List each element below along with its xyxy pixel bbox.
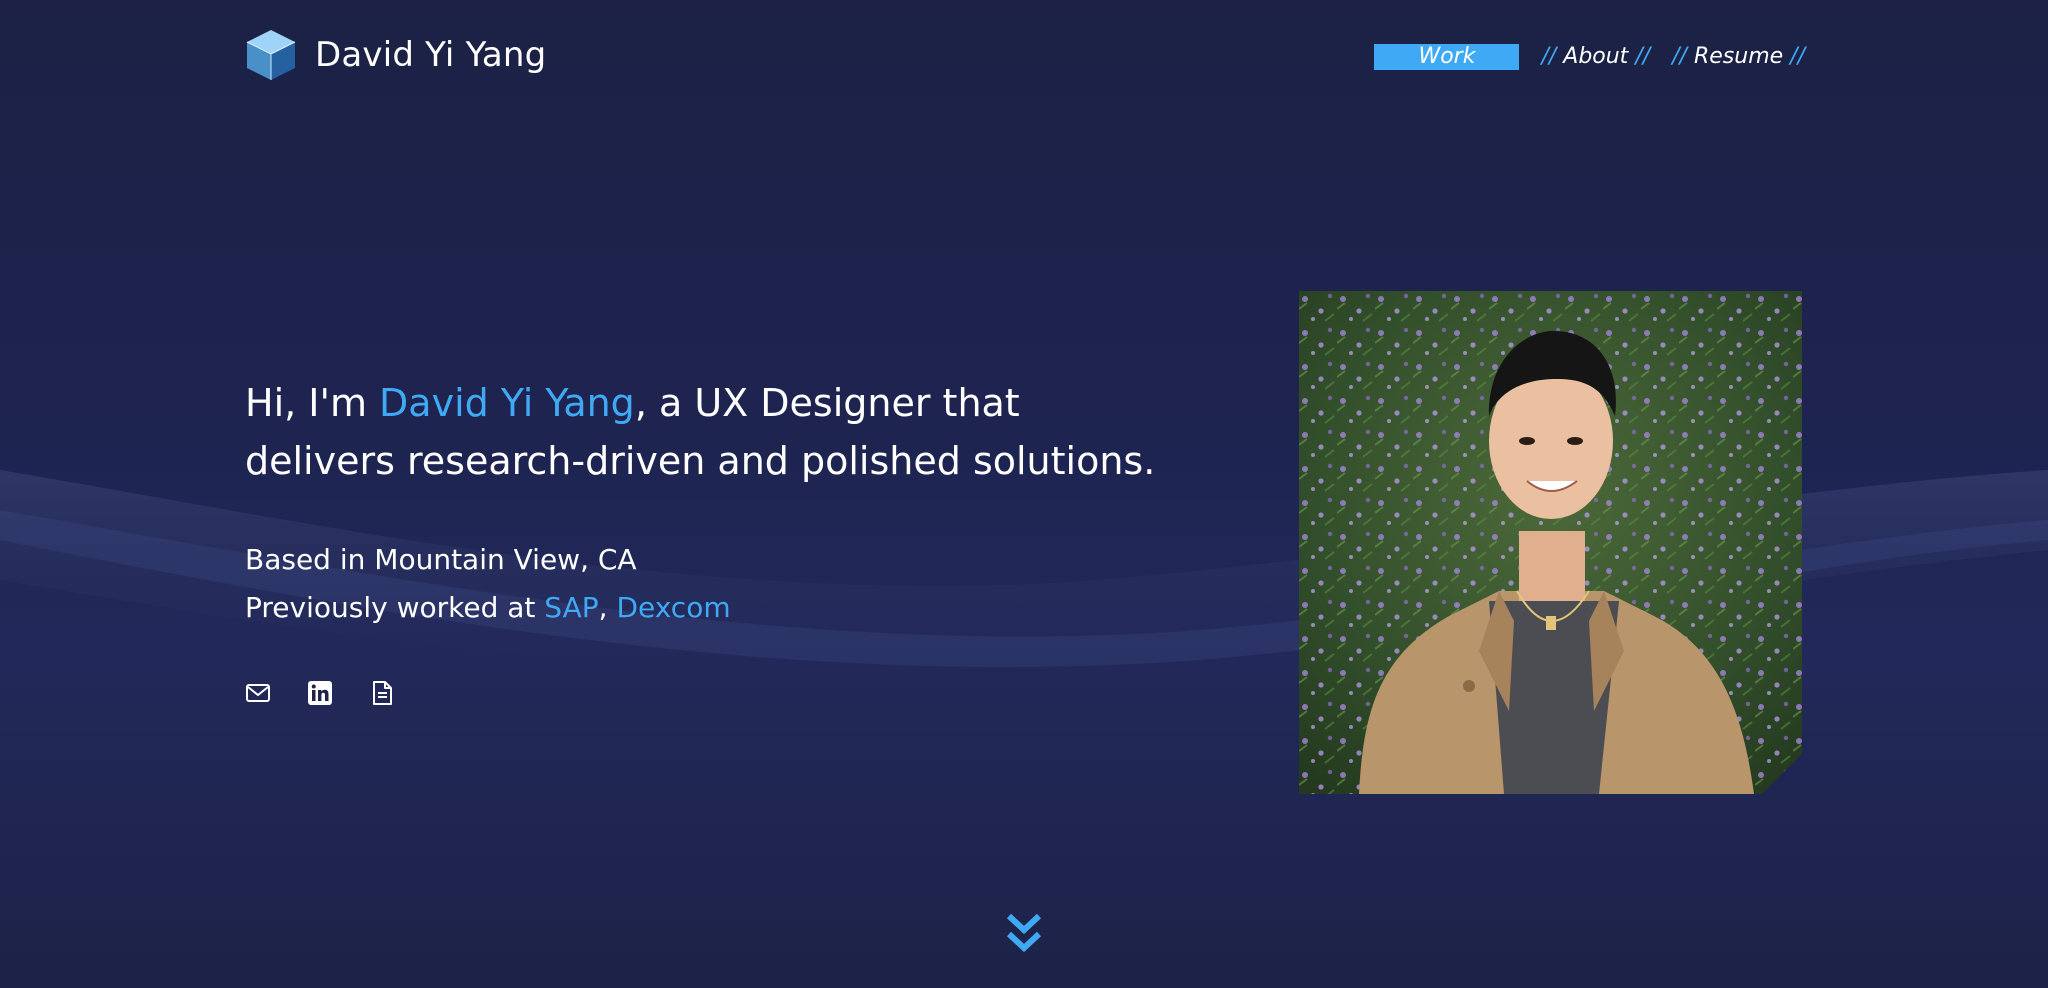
hero-name: David Yi Yang (379, 381, 635, 425)
brand-home-link[interactable]: David Yi Yang (245, 28, 546, 82)
nav-slash: // (1790, 44, 1805, 69)
nav-item-resume[interactable]: // Resume // (1672, 44, 1805, 70)
nav-slash: // (1635, 44, 1651, 69)
company-separator: , (598, 591, 617, 624)
linkedin-link[interactable] (307, 680, 333, 706)
location-text: Based in Mountain View, CA (245, 543, 637, 576)
hero-meta: Based in Mountain View, CA Previously wo… (245, 536, 731, 632)
page: David Yi Yang Work // About // // Resume… (0, 0, 2048, 988)
site-header: David Yi Yang Work // About // // Resume… (245, 26, 1805, 86)
document-icon (373, 681, 392, 705)
email-icon (246, 684, 270, 702)
company-link-sap[interactable]: SAP (544, 591, 598, 624)
hero-intro: Hi, I'm (245, 381, 380, 425)
nav-item-label: Work (1418, 44, 1476, 69)
cube-icon (246, 30, 296, 80)
hero-tagline-line2: delivers research-driven and polished so… (245, 439, 1156, 483)
chevron-double-down-icon (1006, 913, 1042, 953)
nav-slash: // (1672, 44, 1687, 69)
previous-prefix: Previously worked at (245, 591, 545, 624)
nav-item-about[interactable]: // About // (1541, 44, 1650, 70)
brand-name: David Yi Yang (315, 35, 547, 75)
main-nav: Work // About // // Resume // (1374, 44, 1805, 70)
portrait-illustration (1299, 291, 1802, 794)
company-link-dexcom[interactable]: Dexcom (616, 591, 730, 624)
social-links (245, 680, 395, 706)
portrait-photo (1299, 291, 1802, 794)
previous-work: Previously worked at SAP, Dexcom (245, 584, 731, 632)
hero-title: Hi, I'm David Yi Yang, a UX Designer tha… (245, 374, 1245, 490)
resume-link[interactable] (369, 680, 395, 706)
nav-item-work[interactable]: Work (1374, 44, 1520, 70)
nav-item-label: About (1563, 44, 1629, 69)
nav-item-label: Resume (1693, 44, 1784, 69)
linkedin-icon (308, 681, 332, 705)
nav-slash: // (1541, 44, 1557, 69)
email-link[interactable] (245, 680, 271, 706)
hero-tagline-line1: , a UX Designer that (634, 381, 1020, 425)
